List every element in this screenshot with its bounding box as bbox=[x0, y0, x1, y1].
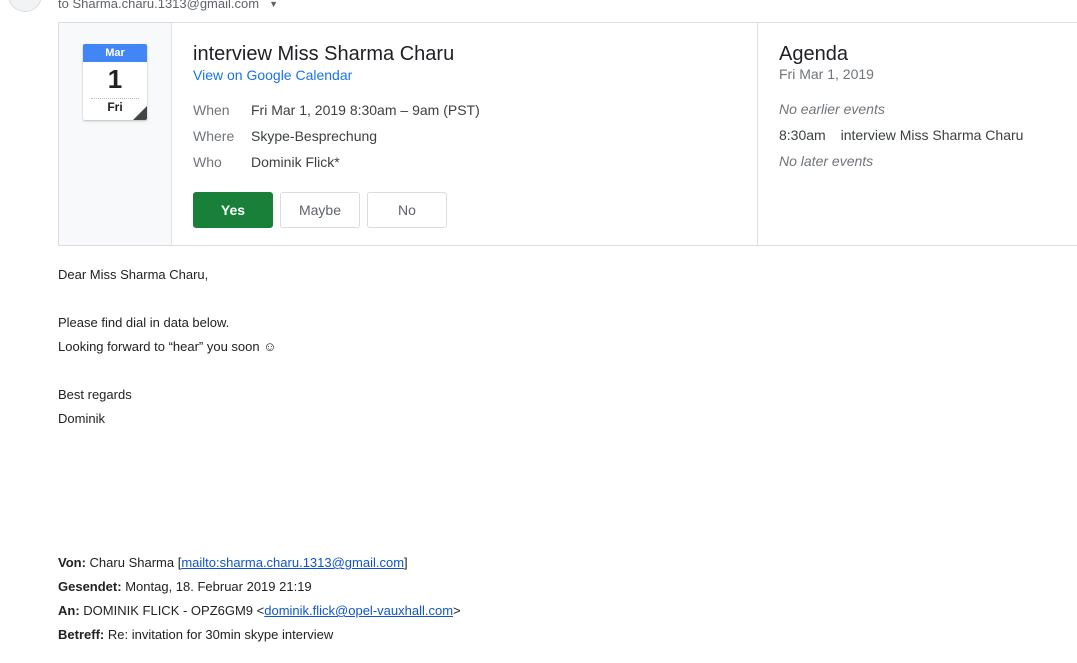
greeting: Dear Miss Sharma Charu, bbox=[58, 267, 209, 282]
betreff-value: Re: invitation for 30min skype interview bbox=[107, 627, 334, 642]
body-line-2: Looking forward to “hear” you soon ☺ bbox=[58, 339, 277, 354]
event-who-row: Who Dominik Flick* bbox=[193, 149, 757, 175]
agenda-event-row[interactable]: 8:30am interview Miss Sharma Charu bbox=[779, 122, 1077, 148]
event-details: interview Miss Sharma Charu View on Goog… bbox=[172, 23, 758, 245]
who-value: Dominik Flick* bbox=[251, 154, 340, 170]
signature: Dominik bbox=[58, 411, 105, 426]
where-value: Skype-Besprechung bbox=[251, 128, 378, 144]
view-calendar-link[interactable]: View on Google Calendar bbox=[193, 67, 757, 83]
email-body: Dear Miss Sharma Charu, Please find dial… bbox=[58, 263, 277, 431]
calendar-day: 1 bbox=[107, 64, 123, 94]
calendar-invite-card: Mar 1 Fri interview Miss Sharma Charu Vi… bbox=[58, 22, 1077, 246]
closing: Best regards bbox=[58, 387, 132, 402]
von-name: Charu Sharma [ bbox=[89, 555, 182, 570]
von-label: Von: bbox=[58, 555, 86, 570]
gesendet-value: Montag, 18. Februar 2019 21:19 bbox=[125, 579, 312, 594]
rsvp-maybe-button[interactable]: Maybe bbox=[280, 192, 360, 228]
calendar-month: Mar bbox=[83, 44, 147, 62]
agenda-event-time: 8:30am bbox=[779, 127, 826, 143]
when-value: Fri Mar 1, 2019 8:30am – 9am (PST) bbox=[251, 102, 480, 118]
betreff-label: Betreff: bbox=[58, 627, 105, 642]
an-label: An: bbox=[58, 603, 80, 618]
calendar-icon-panel: Mar 1 Fri bbox=[59, 23, 172, 245]
an-name: DOMINIK FLICK - OPZ6GM9 < bbox=[83, 603, 265, 618]
event-when-row: When Fri Mar 1, 2019 8:30am – 9am (PST) bbox=[193, 97, 757, 123]
rsvp-buttons: Yes Maybe No bbox=[193, 192, 757, 228]
recipient-text: to Sharma.charu.1313@gmail.com bbox=[58, 0, 260, 11]
betreff-row: Betreff: Re: invitation for 30min skype … bbox=[58, 623, 461, 647]
when-label: When bbox=[193, 102, 230, 118]
von-email-link[interactable]: mailto:sharma.charu.1313@gmail.com bbox=[181, 555, 404, 570]
sender-avatar bbox=[8, 0, 42, 12]
event-title: interview Miss Sharma Charu bbox=[193, 43, 455, 65]
an-row: An: DOMINIK FLICK - OPZ6GM9 <dominik.fli… bbox=[58, 599, 461, 623]
rsvp-no-button[interactable]: No bbox=[367, 192, 447, 228]
who-label: Who bbox=[193, 154, 222, 170]
gesendet-label: Gesendet: bbox=[58, 579, 122, 594]
where-label: Where bbox=[193, 128, 235, 144]
an-end: > bbox=[453, 603, 461, 618]
gesendet-row: Gesendet: Montag, 18. Februar 2019 21:19 bbox=[58, 575, 461, 599]
agenda-no-later: No later events bbox=[779, 153, 874, 169]
chevron-down-icon[interactable]: ▼ bbox=[269, 0, 278, 9]
agenda-no-earlier: No earlier events bbox=[779, 101, 885, 117]
event-where-row: Where Skype-Besprechung bbox=[193, 123, 757, 149]
agenda-title: Agenda bbox=[779, 43, 848, 65]
agenda-list: No earlier events 8:30am interview Miss … bbox=[779, 96, 1077, 174]
quoted-headers: Von: Charu Sharma [mailto:sharma.charu.1… bbox=[58, 551, 461, 647]
agenda-event-title: interview Miss Sharma Charu bbox=[840, 127, 1024, 143]
body-line-1: Please find dial in data below. bbox=[58, 315, 230, 330]
calendar-icon: Mar 1 Fri bbox=[83, 44, 147, 120]
agenda-date: Fri Mar 1, 2019 bbox=[779, 66, 874, 82]
event-info: When Fri Mar 1, 2019 8:30am – 9am (PST) … bbox=[193, 97, 757, 175]
page-fold-icon bbox=[133, 106, 147, 120]
agenda-panel: Agenda Fri Mar 1, 2019 No earlier events… bbox=[758, 23, 1077, 245]
von-end: ] bbox=[404, 555, 408, 570]
an-email-link[interactable]: dominik.flick@opel-vauxhall.com bbox=[264, 603, 453, 618]
rsvp-yes-button[interactable]: Yes bbox=[193, 192, 273, 228]
von-row: Von: Charu Sharma [mailto:sharma.charu.1… bbox=[58, 551, 461, 575]
recipient-line[interactable]: to Sharma.charu.1313@gmail.com ▼ bbox=[58, 0, 278, 11]
